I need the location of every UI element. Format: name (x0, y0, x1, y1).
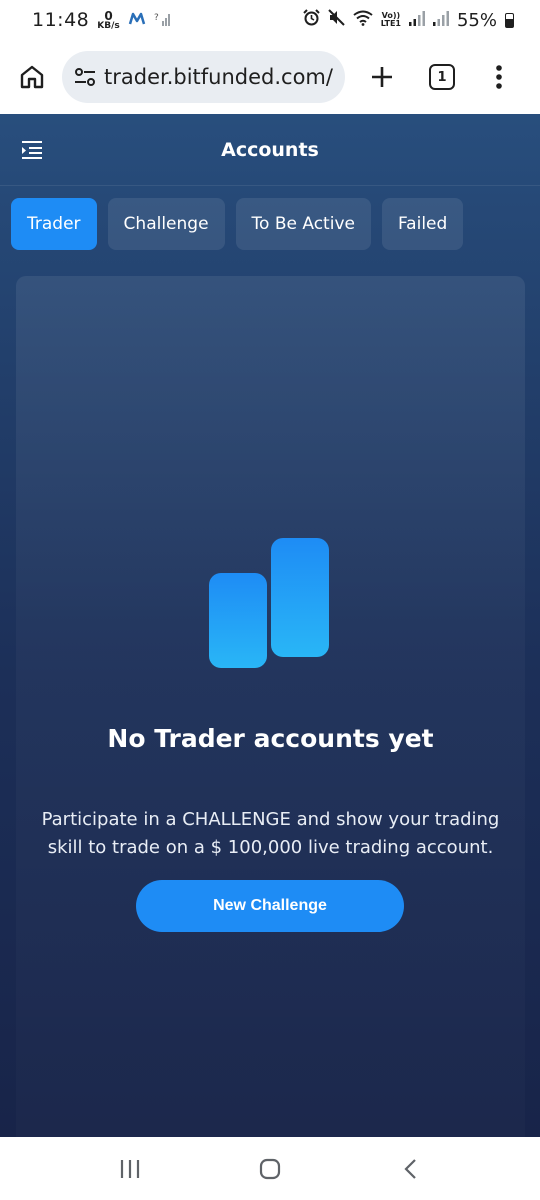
battery-percent: 55% (456, 9, 497, 31)
illustration-bar-short (209, 573, 267, 668)
status-left: 11:48 0 KB/s ? (32, 9, 170, 31)
status-time: 11:48 (32, 9, 90, 31)
browser-toolbar: trader.bitfunded.com/ 1 (0, 40, 540, 114)
signal-icon-secondary (432, 10, 449, 31)
wifi-icon (353, 10, 373, 31)
back-button[interactable] (390, 1149, 430, 1189)
tune-icon[interactable] (74, 67, 96, 87)
empty-state-description: Participate in a CHALLENGE and show your… (41, 809, 500, 858)
network-label-bottom: LTE1 (380, 19, 401, 28)
menu-button[interactable] (20, 140, 44, 160)
battery-icon (505, 12, 514, 28)
tab-trader[interactable]: Trader (11, 198, 97, 250)
tabs-button[interactable]: 1 (429, 64, 455, 90)
web-app: Accounts Trader Challenge To Be Active F… (0, 114, 540, 1137)
tab-failed[interactable]: Failed (381, 198, 464, 250)
data-rate-unit: KB/s (97, 20, 120, 31)
network-type-indicator: Vo)) LTE1 (381, 12, 401, 28)
empty-state-title: No Trader accounts yet (107, 724, 434, 753)
system-nav-bar (0, 1137, 540, 1200)
home-icon (20, 65, 44, 89)
menu-icon (22, 141, 42, 159)
app-header: Accounts (0, 114, 540, 186)
status-bar: 11:48 0 KB/s ? Vo)) LTE1 55% (0, 0, 540, 40)
back-icon (404, 1158, 416, 1179)
illustration-bar-tall (271, 538, 329, 657)
plus-icon (372, 67, 392, 87)
recents-button[interactable] (110, 1149, 150, 1189)
account-filter-tabs: Trader Challenge To Be Active Failed (0, 186, 540, 250)
more-menu-button[interactable] (489, 60, 509, 94)
tab-count: 1 (437, 69, 447, 85)
svg-text:?: ? (154, 13, 159, 23)
home-nav-button[interactable] (250, 1149, 290, 1189)
status-right: Vo)) LTE1 55% (303, 9, 514, 31)
no-signal-icon: ? (154, 10, 170, 31)
alarm-icon (303, 9, 320, 31)
new-tab-button[interactable] (365, 60, 399, 94)
tab-challenge[interactable]: Challenge (107, 198, 225, 250)
page-title: Accounts (221, 138, 319, 161)
mute-icon (328, 9, 345, 31)
home-button[interactable] (14, 59, 50, 95)
recents-icon (120, 1159, 140, 1178)
app-notification-icon (128, 10, 146, 31)
address-bar[interactable]: trader.bitfunded.com/ (62, 51, 345, 103)
data-rate-indicator: 0 KB/s (97, 10, 119, 31)
empty-state-card: No Trader accounts yet Participate in a … (16, 276, 525, 1137)
url-text[interactable]: trader.bitfunded.com/ (104, 65, 333, 89)
data-rate-value: 0 (104, 8, 113, 23)
bar-chart-icon (209, 538, 329, 668)
home-nav-icon (259, 1158, 281, 1179)
signal-icon (408, 10, 425, 31)
new-challenge-button[interactable]: New Challenge (136, 880, 404, 932)
tab-to-be-active[interactable]: To Be Active (235, 198, 371, 250)
more-vert-icon (496, 65, 502, 89)
